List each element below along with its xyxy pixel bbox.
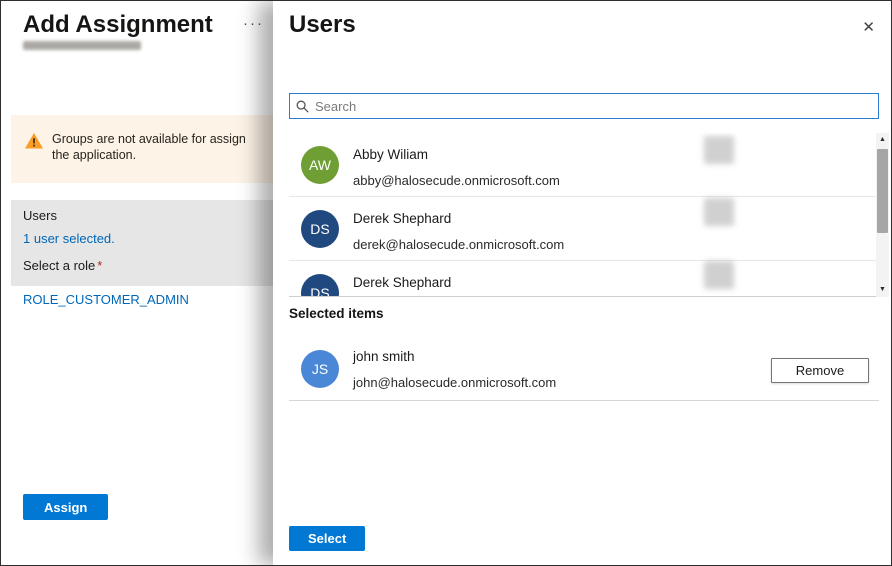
scrollbar-thumb[interactable] (877, 149, 888, 233)
select-button[interactable]: Select (289, 526, 365, 551)
assign-button[interactable]: Assign (23, 494, 108, 520)
warning-line-1: Groups are not available for assign (52, 132, 246, 146)
users-flyout-panel: Users ✕ AW Abby Wiliam abby@halosecude.o… (273, 1, 892, 565)
close-icon[interactable]: ✕ (862, 18, 875, 36)
users-field-group: Users 1 user selected. Select a role* (11, 200, 273, 286)
screen: Add Assignment ··· Groups are not availa… (0, 0, 892, 566)
user-list-item[interactable]: DS Derek Shephard derek@halosecude.onmic… (289, 197, 879, 261)
warning-banner: Groups are not available for assign the … (11, 115, 273, 183)
role-field-label: Select a role* (23, 258, 102, 273)
user-list-item[interactable]: DS Derek Shephard (289, 261, 879, 297)
avatar: DS (301, 210, 339, 248)
user-name: Derek Shephard (353, 275, 451, 290)
remove-button[interactable]: Remove (771, 358, 869, 383)
redacted-subtitle (23, 41, 141, 50)
selected-item-row: JS john smith john@halosecude.onmicrosof… (289, 339, 879, 401)
avatar: JS (301, 350, 339, 388)
scroll-up-icon[interactable]: ▲ (879, 133, 886, 147)
user-list-item[interactable]: AW Abby Wiliam abby@halosecude.onmicroso… (289, 133, 879, 197)
role-value-link[interactable]: ROLE_CUSTOMER_ADMIN (23, 292, 189, 307)
redacted-chip (704, 198, 734, 226)
avatar: DS (301, 274, 339, 297)
more-options-icon[interactable]: ··· (243, 15, 264, 32)
user-list: AW Abby Wiliam abby@halosecude.onmicroso… (289, 133, 879, 297)
page-title: Add Assignment (23, 11, 213, 39)
avatar: AW (301, 146, 339, 184)
user-email: abby@halosecude.onmicrosoft.com (353, 173, 560, 188)
warning-line-2: the application. (52, 148, 136, 162)
flyout-title: Users (289, 11, 356, 39)
selected-user-email: john@halosecude.onmicrosoft.com (353, 375, 556, 390)
users-selected-link[interactable]: 1 user selected. (23, 231, 115, 246)
required-asterisk: * (97, 258, 102, 273)
redacted-chip (704, 261, 734, 289)
add-assignment-panel: Add Assignment ··· Groups are not availa… (1, 1, 273, 565)
warning-text: Groups are not available for assign the … (52, 131, 246, 183)
selected-user-name: john smith (353, 349, 415, 364)
selected-items-label: Selected items (289, 306, 384, 321)
scroll-down-icon[interactable]: ▼ (879, 283, 886, 297)
scrollbar[interactable]: ▲ ▼ (876, 133, 889, 297)
redacted-chip (704, 136, 734, 164)
user-name: Abby Wiliam (353, 147, 428, 162)
search-input[interactable] (315, 99, 872, 114)
user-name: Derek Shephard (353, 211, 451, 226)
warning-icon (25, 133, 43, 183)
role-label-text: Select a role (23, 258, 95, 273)
user-email: derek@halosecude.onmicrosoft.com (353, 237, 564, 252)
search-icon (296, 100, 309, 113)
search-box (289, 93, 879, 119)
users-field-label: Users (23, 208, 57, 223)
